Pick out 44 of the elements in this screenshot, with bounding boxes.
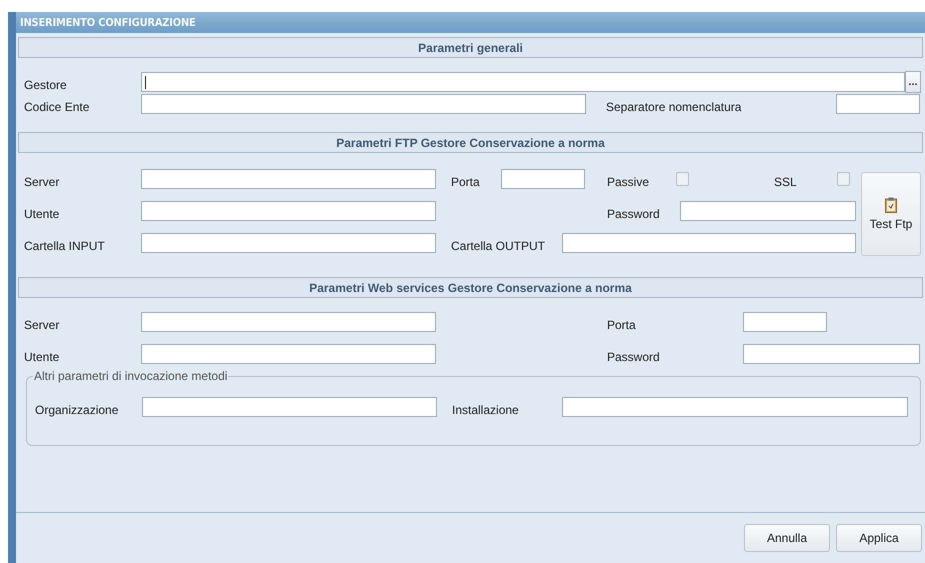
field-label: Password bbox=[607, 206, 661, 221]
field-label: Cartella INPUT bbox=[24, 238, 106, 253]
gestore-field[interactable] bbox=[141, 72, 905, 92]
text-field[interactable] bbox=[141, 344, 436, 364]
section-header: Parametri Web services Gestore Conservazione a norma bbox=[18, 277, 923, 298]
text-field[interactable] bbox=[562, 397, 908, 417]
test-ftp-button[interactable]: Test Ftp bbox=[861, 172, 921, 256]
field-label: Cartella OUTPUT bbox=[451, 238, 546, 253]
text-field[interactable] bbox=[562, 233, 856, 253]
field-label: Gestore bbox=[24, 77, 68, 92]
dialog-button[interactable]: Applica bbox=[836, 524, 922, 552]
text-field[interactable] bbox=[743, 312, 827, 332]
text-field[interactable] bbox=[141, 94, 586, 114]
window-title: INSERIMENTO CONFIGURAZIONE bbox=[16, 12, 925, 33]
section-header: Parametri FTP Gestore Conservazione a norma bbox=[18, 132, 923, 153]
text-field[interactable] bbox=[836, 94, 920, 114]
browse-button[interactable]: ... bbox=[905, 71, 921, 93]
checkbox[interactable] bbox=[837, 172, 850, 186]
field-label: Codice Ente bbox=[24, 99, 90, 114]
field-label: Passive bbox=[607, 174, 650, 189]
text-field[interactable] bbox=[142, 397, 437, 417]
text-field[interactable] bbox=[141, 169, 436, 189]
field-label: Installazione bbox=[452, 402, 520, 417]
field-label: Password bbox=[607, 349, 661, 364]
field-label: Server bbox=[24, 174, 60, 189]
field-label: SSL bbox=[774, 174, 798, 189]
section-header: Parametri generali bbox=[18, 37, 923, 58]
dialog-button[interactable]: Annulla bbox=[744, 524, 830, 552]
field-label: Utente bbox=[24, 349, 60, 364]
password-field[interactable] bbox=[743, 344, 920, 364]
checkbox[interactable] bbox=[676, 172, 689, 186]
field-label: Porta bbox=[607, 317, 637, 332]
text-field[interactable] bbox=[141, 233, 436, 253]
field-label: Utente bbox=[24, 206, 60, 221]
password-field[interactable] bbox=[680, 201, 856, 221]
text-field[interactable] bbox=[141, 312, 436, 332]
field-label: Organizzazione bbox=[35, 402, 120, 417]
field-label: Server bbox=[24, 317, 60, 332]
text-field[interactable] bbox=[501, 169, 585, 189]
clipboard-icon bbox=[885, 197, 897, 213]
group-legend: Altri parametri di invocazione metodi bbox=[33, 369, 228, 383]
field-label: Separatore nomenclatura bbox=[606, 99, 742, 114]
field-label: Porta bbox=[451, 174, 481, 189]
text-field[interactable] bbox=[141, 201, 436, 221]
